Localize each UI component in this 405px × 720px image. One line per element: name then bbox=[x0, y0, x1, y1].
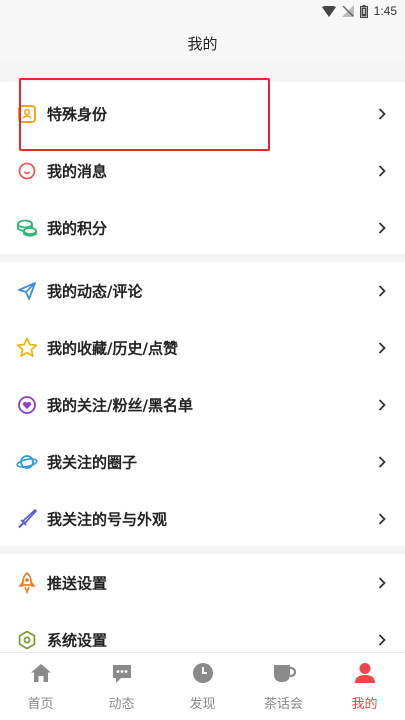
home-icon bbox=[28, 661, 54, 685]
menu-item-my-points[interactable]: 我的积分 bbox=[0, 199, 405, 256]
nav-feed[interactable]: 动态 bbox=[81, 653, 162, 720]
menu-label: 我关注的圈子 bbox=[47, 453, 138, 471]
chevron-right-icon bbox=[377, 512, 387, 526]
page-title: 我的 bbox=[187, 34, 218, 53]
menu-label: 我的积分 bbox=[47, 219, 108, 237]
menu-label: 我的收藏/历史/点赞 bbox=[47, 339, 178, 357]
nav-tea-party[interactable]: 茶话会 bbox=[243, 653, 324, 720]
chevron-right-icon bbox=[377, 107, 387, 121]
status-icons: 1:45 bbox=[321, 4, 397, 18]
chat-bubble-icon bbox=[109, 661, 135, 685]
planet-icon bbox=[16, 451, 38, 473]
menu-item-my-favorites-history-likes[interactable]: 我的收藏/历史/点赞 bbox=[0, 319, 405, 376]
wifi-icon bbox=[321, 5, 336, 17]
clock-icon bbox=[190, 661, 216, 685]
chevron-right-icon bbox=[377, 398, 387, 412]
status-time: 1:45 bbox=[373, 4, 397, 18]
tea-cup-icon bbox=[271, 661, 297, 685]
menu-label: 我关注的号与外观 bbox=[47, 510, 168, 528]
paper-plane-icon bbox=[16, 280, 38, 302]
status-bar: 1:45 bbox=[0, 0, 405, 24]
nav-tea-party-label: 茶话会 bbox=[263, 697, 303, 712]
menu-item-followed-accounts-appearance[interactable]: 我关注的号与外观 bbox=[0, 490, 405, 547]
menu-item-my-follows-fans-blacklist[interactable]: 我的关注/粉丝/黑名单 bbox=[0, 376, 405, 433]
nav-mine-label: 我的 bbox=[351, 697, 378, 712]
menu-item-push-settings[interactable]: 推送设置 bbox=[0, 554, 405, 611]
rocket-icon bbox=[16, 571, 38, 594]
sword-icon bbox=[16, 508, 38, 530]
settings-section: 推送设置 系统设置 bbox=[0, 554, 405, 652]
message-bubble-icon bbox=[16, 160, 38, 182]
nav-discover[interactable]: 发现 bbox=[162, 653, 243, 720]
gear-icon bbox=[16, 629, 38, 651]
menu-label: 系统设置 bbox=[47, 631, 108, 649]
bottom-nav: 首页 动态 发现 茶话会 我的 bbox=[0, 652, 405, 720]
menu-label: 我的关注/粉丝/黑名单 bbox=[47, 396, 193, 414]
star-icon bbox=[16, 337, 38, 359]
highlight-box bbox=[19, 78, 270, 151]
title-bar: 我的 bbox=[0, 24, 405, 62]
chevron-right-icon bbox=[377, 221, 387, 235]
activity-section: 我的动态/评论 我的收藏/历史/点赞 我的关注/粉丝/黑名单 我关注的圈子 我关… bbox=[0, 262, 405, 546]
nav-feed-label: 动态 bbox=[108, 697, 135, 712]
chevron-right-icon bbox=[377, 633, 387, 647]
chevron-right-icon bbox=[377, 455, 387, 469]
nav-discover-label: 发现 bbox=[189, 697, 216, 712]
chevron-right-icon bbox=[377, 164, 387, 178]
menu-item-my-posts-comments[interactable]: 我的动态/评论 bbox=[0, 262, 405, 319]
coins-icon bbox=[16, 217, 38, 239]
chevron-right-icon bbox=[377, 284, 387, 298]
chevron-right-icon bbox=[377, 576, 387, 590]
menu-label: 我的消息 bbox=[47, 162, 108, 180]
no-signal-icon bbox=[341, 5, 354, 17]
heart-circle-icon bbox=[16, 394, 38, 416]
menu-label: 推送设置 bbox=[47, 574, 108, 592]
menu-item-followed-circles[interactable]: 我关注的圈子 bbox=[0, 433, 405, 490]
nav-home[interactable]: 首页 bbox=[0, 653, 81, 720]
nav-mine[interactable]: 我的 bbox=[324, 653, 405, 720]
nav-home-label: 首页 bbox=[27, 697, 54, 712]
chevron-right-icon bbox=[377, 341, 387, 355]
menu-label: 我的动态/评论 bbox=[47, 282, 143, 300]
battery-icon bbox=[359, 4, 368, 18]
user-icon bbox=[352, 661, 378, 685]
